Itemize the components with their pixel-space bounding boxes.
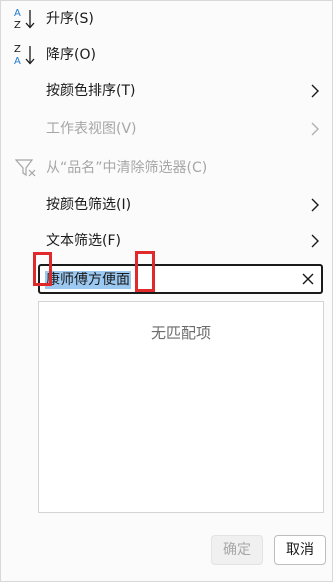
filter-dropdown-panel: A Z 升序(S) Z A 降序(O) 按颜色排序(T) 工作表视图(V) 从“…	[0, 0, 333, 582]
filter-values-list[interactable]: 无匹配项	[38, 301, 324, 513]
menu-item-label: 升序(S)	[46, 11, 94, 27]
menu-item-label: 文本筛选(F)	[46, 233, 121, 249]
menu-item-filter-by-color[interactable]: 按颜色筛选(I)	[1, 187, 332, 223]
menu-item-clear-filter[interactable]: 从“品名”中清除筛选器(C)	[1, 150, 332, 186]
highlight-box-right	[135, 251, 155, 292]
menu-item-sheet-view[interactable]: 工作表视图(V)	[1, 111, 332, 147]
menu-item-sort-by-color[interactable]: 按颜色排序(T)	[1, 73, 332, 109]
ok-button[interactable]: 确定	[211, 535, 263, 565]
menu-item-label: 按颜色筛选(I)	[46, 197, 132, 213]
svg-text:Z: Z	[14, 44, 21, 55]
sort-ascending-icon: A Z	[14, 8, 35, 31]
menu-item-label: 按颜色排序(T)	[46, 83, 136, 99]
svg-text:A: A	[14, 8, 21, 19]
menu-item-label: 工作表视图(V)	[46, 121, 137, 137]
sort-descending-icon: Z A	[14, 44, 35, 67]
chevron-right-icon	[311, 234, 319, 248]
menu-item-label: 降序(O)	[46, 47, 96, 63]
chevron-right-icon	[311, 122, 319, 136]
menu-item-sort-descending[interactable]: Z A 降序(O)	[1, 37, 332, 73]
no-match-text: 无匹配项	[150, 324, 211, 342]
menu-item-sort-ascending[interactable]: A Z 升序(S)	[1, 1, 332, 37]
highlight-box-left	[33, 252, 52, 286]
search-input[interactable]: 康师傅方便面	[38, 264, 323, 294]
chevron-right-icon	[311, 84, 319, 98]
close-icon[interactable]	[301, 272, 315, 286]
svg-text:Z: Z	[14, 20, 21, 31]
clear-filter-icon	[15, 159, 36, 177]
menu-item-label: 从“品名”中清除筛选器(C)	[46, 160, 208, 176]
cancel-button[interactable]: 取消	[274, 535, 326, 565]
chevron-right-icon	[311, 198, 319, 212]
svg-text:A: A	[14, 56, 21, 67]
search-input-value: 康师傅方便面	[45, 271, 131, 289]
